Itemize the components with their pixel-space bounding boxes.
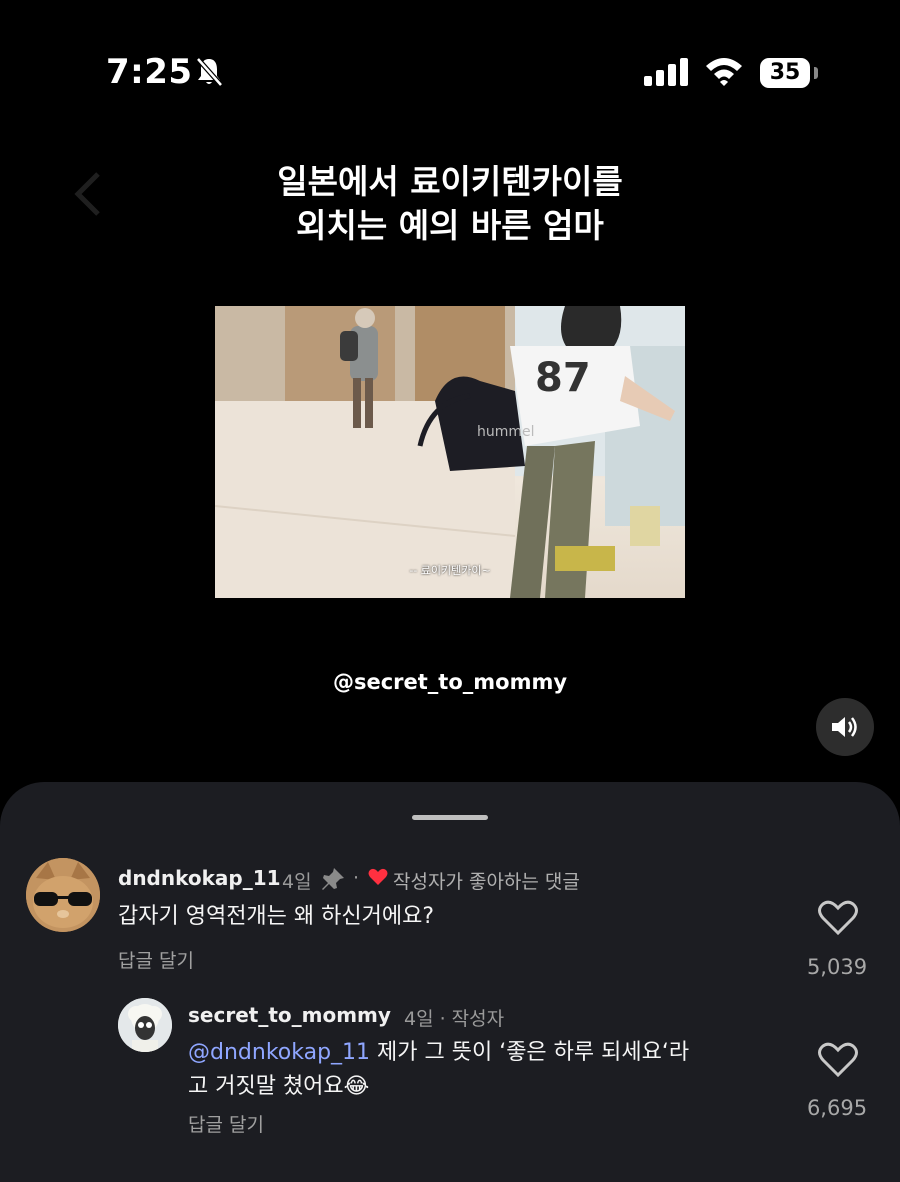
like-count: 6,695 [806, 1096, 868, 1120]
speaker-icon [832, 717, 857, 737]
video-scene: hummel 87 [215, 306, 685, 598]
comment-username[interactable]: secret_to_mommy [188, 1003, 391, 1027]
pin-icon [322, 868, 344, 890]
comment-text-line2: 고 거짓말 쳤어요😂 [188, 1070, 788, 1104]
mention-link[interactable]: @dndnkokap_11 [188, 1040, 370, 1065]
cellular-signal-icon [644, 58, 688, 86]
comment-text-body: 제가 그 뜻이 ‘좋은 하루 되세요‘라 [370, 1040, 690, 1065]
reply-button[interactable]: 답글 달기 [118, 946, 194, 973]
sheep-avatar-image [118, 998, 172, 1052]
laughing-emoji: 😂 [343, 1074, 370, 1099]
cat-avatar-image [26, 858, 100, 932]
status-time: 7:25 [106, 52, 193, 92]
video-caption: -- 료이키텐카이~ [409, 564, 491, 577]
comment-text-line1: @dndnkokap_11 제가 그 뜻이 ‘좋은 하루 되세요‘라 [188, 1036, 788, 1070]
like-count: 5,039 [806, 955, 868, 979]
video-title: 일본에서 료이키텐카이를 외치는 예의 바른 엄마 [0, 160, 900, 248]
sound-toggle-button[interactable] [816, 698, 874, 756]
svg-text:87: 87 [535, 355, 591, 401]
status-bar: 7:25 35 [0, 0, 900, 150]
battery-tip [814, 67, 818, 79]
bell-slash-icon [196, 57, 223, 87]
comment-username[interactable]: dndnkokap_11 [118, 866, 281, 890]
comment-age: 4일 [282, 871, 312, 893]
heart-filled-icon [368, 868, 388, 885]
author-liked-label: 작성자가 좋아하는 댓글 [393, 871, 580, 893]
wifi-icon [706, 58, 742, 86]
comment-meta: 4일 · 작성자 [404, 1008, 505, 1030]
video-title-line1: 일본에서 료이키텐카이를 [277, 162, 623, 201]
comment-text-body-2: 고 거짓말 쳤어요 [188, 1074, 344, 1099]
avatar[interactable] [26, 858, 100, 932]
sheet-drag-handle[interactable] [412, 815, 488, 820]
svg-text:hummel: hummel [477, 424, 535, 440]
video-handle: @secret_to_mommy [332, 670, 568, 694]
comment-text: 갑자기 영역전개는 왜 하신거에요? [118, 904, 435, 929]
video-frame[interactable]: hummel 87 -- 료이키텐카이~ [215, 306, 685, 598]
avatar[interactable] [118, 998, 172, 1052]
meta-separator: · [353, 867, 360, 889]
heart-outline-icon[interactable] [818, 1042, 858, 1078]
battery-indicator: 35 [760, 58, 810, 88]
comment-text: @dndnkokap_11 제가 그 뜻이 ‘좋은 하루 되세요‘라 고 거짓말… [188, 1036, 788, 1104]
reply-button[interactable]: 답글 달기 [188, 1110, 264, 1137]
video-title-line2: 외치는 예의 바른 엄마 [296, 206, 604, 245]
heart-outline-icon[interactable] [818, 900, 858, 936]
comments-sheet [0, 782, 900, 1182]
